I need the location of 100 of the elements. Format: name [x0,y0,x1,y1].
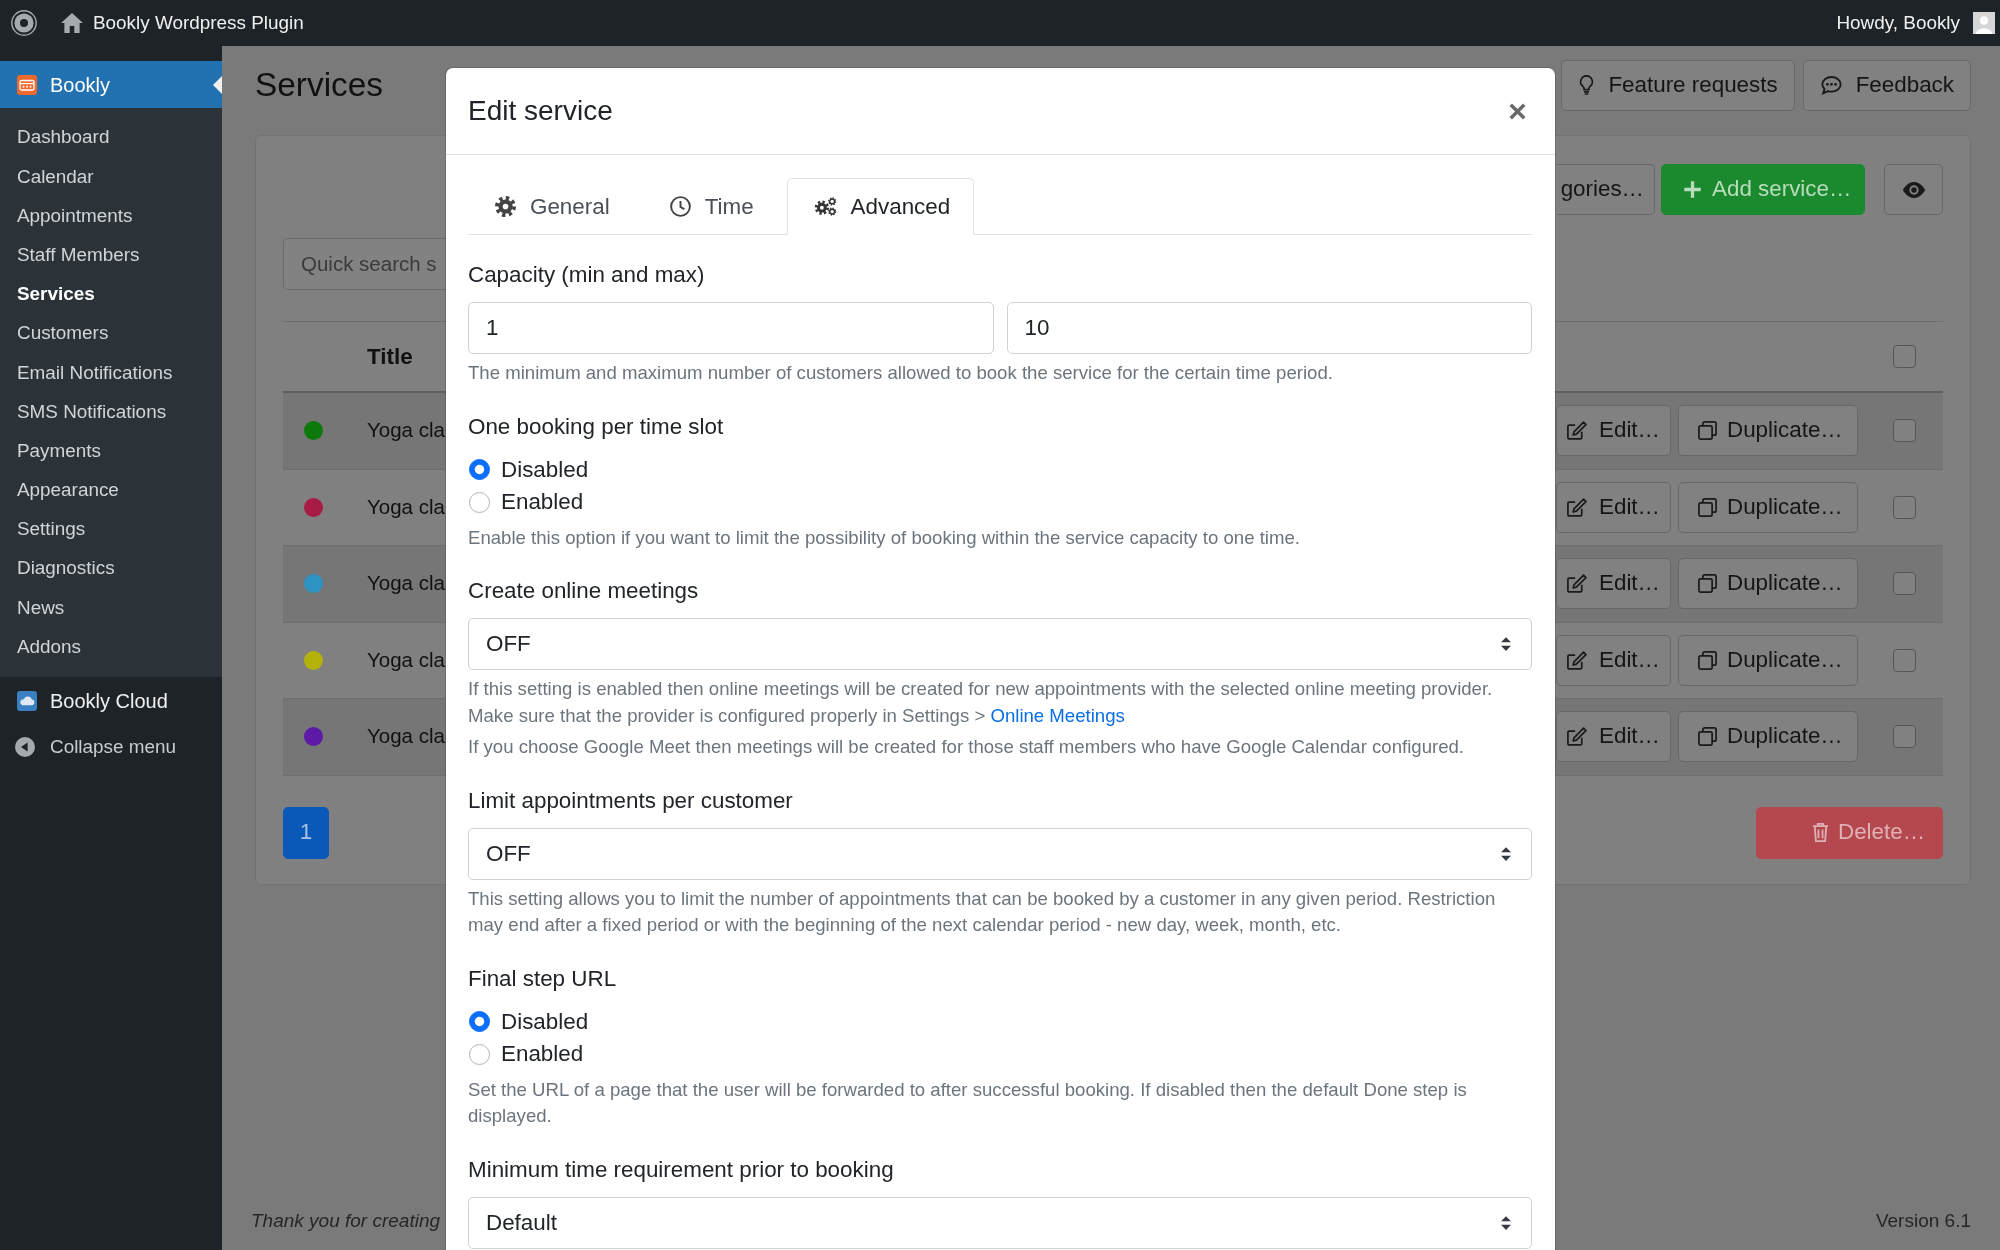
submenu-item[interactable]: Payments [0,431,222,471]
row-checkbox[interactable] [1893,648,1916,672]
help-text: Set the URL of a page that the user will be forwarded to after successful booking. If disabled then the default Done step is displayed. [468,1077,1468,1128]
submenu-item[interactable]: News [0,588,222,628]
copy-icon [1698,421,1717,441]
duplicate-button[interactable]: Duplicate… [1678,405,1858,457]
avatar-icon [1973,12,1995,34]
field-label: Limit appointments per customer [468,786,794,815]
tab[interactable]: General [468,178,634,235]
header-button[interactable]: Feature requests [1561,59,1795,111]
radio-button[interactable] [469,1011,490,1033]
row-checkbox[interactable] [1893,572,1916,596]
submenu-item[interactable]: SMS Notifications [0,392,222,432]
page-button[interactable]: 1 [283,806,329,859]
copy-icon [1698,650,1717,670]
clock-icon [669,196,691,217]
logo-icon [11,10,37,36]
duplicate-button[interactable]: Duplicate… [1678,558,1858,610]
radio-button[interactable] [469,459,490,481]
double-caret-icon [1501,637,1511,651]
greeting-link[interactable]: Howdy, Bookly [1836,8,1960,38]
header-button[interactable]: Feedback [1802,59,1971,111]
calendar-icon [17,74,37,95]
site-name-link[interactable]: Bookly Wordpress Plugin [93,8,304,38]
copy-icon [1698,497,1717,517]
submenu-item[interactable]: Customers [0,313,222,354]
service-title: Yoga cla [367,493,446,520]
gears-icon [813,197,837,216]
copy-icon [1698,574,1717,594]
duplicate-button[interactable]: Duplicate… [1678,711,1858,763]
search-field[interactable]: Quick search s [283,238,446,290]
option-label: Disabled [501,455,589,484]
field-label: Final step URL [468,964,618,993]
dialog-title: Edit service [468,94,613,128]
submenu-item[interactable]: Addons [0,627,222,667]
tab[interactable]: Advanced [786,178,975,235]
field-label: Create online meetings [468,577,700,605]
service-title: Yoga cla [367,570,446,597]
edit-button[interactable]: Edit… [1556,481,1671,533]
service-title: Yoga cla [367,646,446,673]
field-label: Minimum time requirement prior to booking [468,1155,895,1184]
submenu-item[interactable]: Email Notifications [0,353,222,393]
visibility-button[interactable] [1884,164,1943,215]
edit-icon [1567,727,1587,747]
close-icon [1509,102,1526,120]
submenu-item[interactable]: Calendar [0,157,222,197]
submenu-item[interactable]: Diagnostics [0,549,222,589]
edit-button[interactable]: Edit… [1556,634,1671,686]
row-checkbox[interactable] [1893,419,1916,443]
help-text: If this setting is enabled then online meetings will be created for new appointments with the selected online meeting provider. Make sure that the provider is configured properly in Settings > Online Meetings [468,677,1494,728]
trash-icon [1812,823,1829,842]
collapse-menu-button[interactable]: Collapse menu [0,724,222,770]
page-title: Services [255,64,384,105]
input-field[interactable]: 1 [468,302,994,354]
service-title: Yoga cla [367,417,446,444]
input-field[interactable]: 10 [1006,302,1532,354]
home-icon [61,13,83,33]
edit-button[interactable]: Edit… [1556,711,1671,763]
radio-button[interactable] [469,1043,490,1065]
menu-item[interactable]: Bookly Cloud [0,676,222,725]
duplicate-button[interactable]: Duplicate… [1678,634,1858,686]
categories-button[interactable]: gories… [1556,164,1655,215]
edit-button[interactable]: Edit… [1556,405,1671,457]
select-all-checkbox[interactable] [1893,345,1916,368]
edit-icon [1567,497,1587,517]
field-label: One booking per time slot [468,412,725,441]
field-label: Capacity (min and max) [468,261,706,289]
double-caret-icon [1501,846,1511,861]
service-title: Yoga cla [367,723,446,750]
submenu-item[interactable]: Settings [0,509,222,550]
help-text: The minimum and maximum number of customers allowed to book the service for the certain time period. [468,361,1334,385]
select-field[interactable]: Default [468,1196,1532,1249]
submenu-item[interactable]: Appearance [0,470,222,510]
submenu-item[interactable]: Staff Members [0,235,222,275]
edit-icon [1567,574,1587,594]
row-checkbox[interactable] [1893,495,1916,519]
tab[interactable]: Time [642,178,778,235]
footer-text: Thank you for creating [251,1208,441,1233]
select-field[interactable]: OFF [468,618,1532,670]
option-label: Enabled [501,1040,584,1069]
edit-button[interactable]: Edit… [1556,558,1671,610]
eye-icon [1901,180,1926,199]
copy-icon [1698,727,1717,747]
cloud-icon [17,690,37,711]
edit-icon [1567,650,1587,670]
column-header: Title [367,342,414,371]
double-caret-icon [1501,1215,1511,1230]
submenu-item[interactable]: Appointments [0,196,222,236]
settings-link[interactable]: Online Meetings [990,704,1125,726]
duplicate-button[interactable]: Duplicate… [1678,481,1858,533]
option-label: Disabled [501,1007,589,1036]
gear-icon [495,196,516,217]
radio-button[interactable] [469,491,490,513]
submenu-item[interactable]: Dashboard [0,118,222,158]
row-checkbox[interactable] [1893,725,1916,749]
submenu-item[interactable]: Services [0,274,222,314]
option-label: Enabled [501,488,584,517]
menu-item[interactable]: Bookly [0,61,222,108]
select-field[interactable]: OFF [468,827,1532,880]
help-text: If you choose Google Meet then meetings will be created for those staff members who have Google Calendar configured. [468,735,1466,759]
